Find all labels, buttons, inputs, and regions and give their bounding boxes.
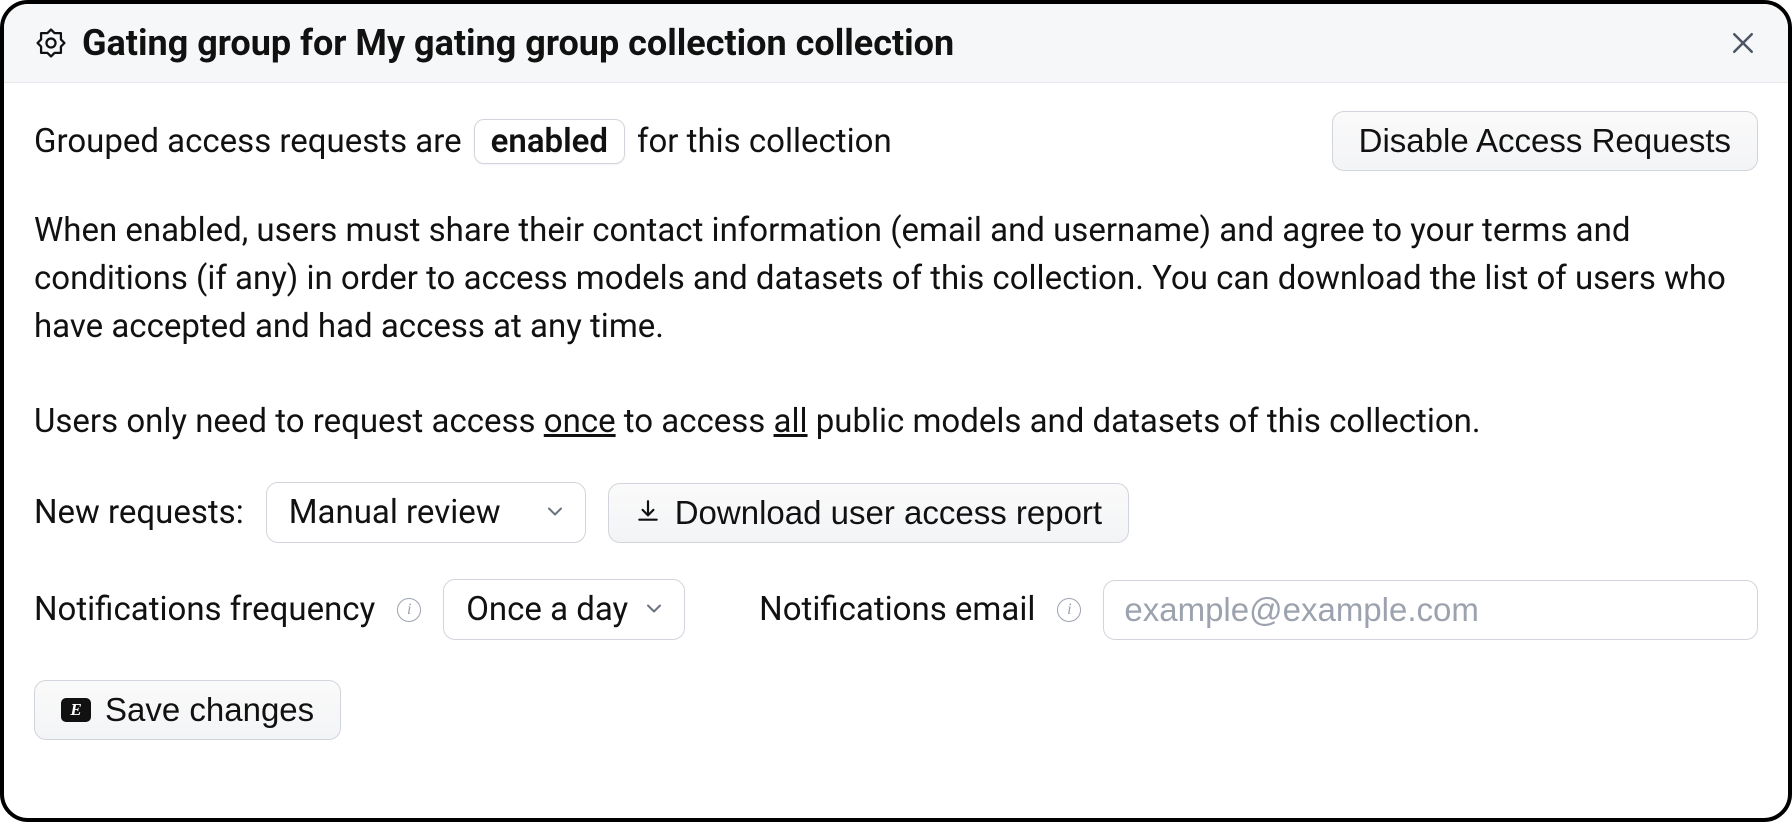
modal-title: Gating group for My gating group collect… [82,22,1728,64]
save-icon: E [61,698,91,722]
download-report-label: Download user access report [675,494,1102,532]
disable-access-requests-button[interactable]: Disable Access Requests [1332,111,1758,171]
new-requests-value: Manual review [289,493,501,532]
download-icon [635,494,661,532]
notifications-row: Notifications frequency i Once a day Not… [34,579,1758,640]
gating-icon [34,26,68,60]
info-icon[interactable]: i [397,598,421,622]
gating-group-modal: Gating group for My gating group collect… [0,0,1792,822]
description-block: When enabled, users must share their con… [34,207,1758,446]
download-report-button[interactable]: Download user access report [608,483,1129,543]
status-prefix: Grouped access requests are [34,122,462,161]
save-button[interactable]: E Save changes [34,680,341,740]
notif-email-input[interactable] [1103,580,1758,640]
modal-body: Grouped access requests are enabled for … [4,83,1788,770]
status-suffix: for this collection [637,122,892,161]
close-icon [1728,28,1758,58]
notif-freq-select[interactable]: Once a day [443,579,685,640]
underline-all: all [774,402,808,441]
notif-email-label: Notifications email [759,590,1035,629]
info-icon[interactable]: i [1057,598,1081,622]
new-requests-select[interactable]: Manual review [266,482,586,543]
save-label: Save changes [105,691,314,729]
chevron-down-icon [642,590,666,629]
status-badge: enabled [474,119,625,164]
new-requests-label: New requests: [34,493,244,532]
notif-freq-label: Notifications frequency [34,590,375,629]
status-text: Grouped access requests are enabled for … [34,119,892,164]
description-p2: Users only need to request access once t… [34,398,1758,446]
description-p1: When enabled, users must share their con… [34,207,1758,351]
save-row: E Save changes [34,680,1758,740]
modal-header: Gating group for My gating group collect… [4,4,1788,83]
chevron-down-icon [543,493,567,532]
notif-freq-value: Once a day [466,590,628,629]
underline-once: once [544,402,616,441]
status-row: Grouped access requests are enabled for … [34,111,1758,171]
new-requests-row: New requests: Manual review Download use… [34,482,1758,543]
close-button[interactable] [1728,28,1758,58]
